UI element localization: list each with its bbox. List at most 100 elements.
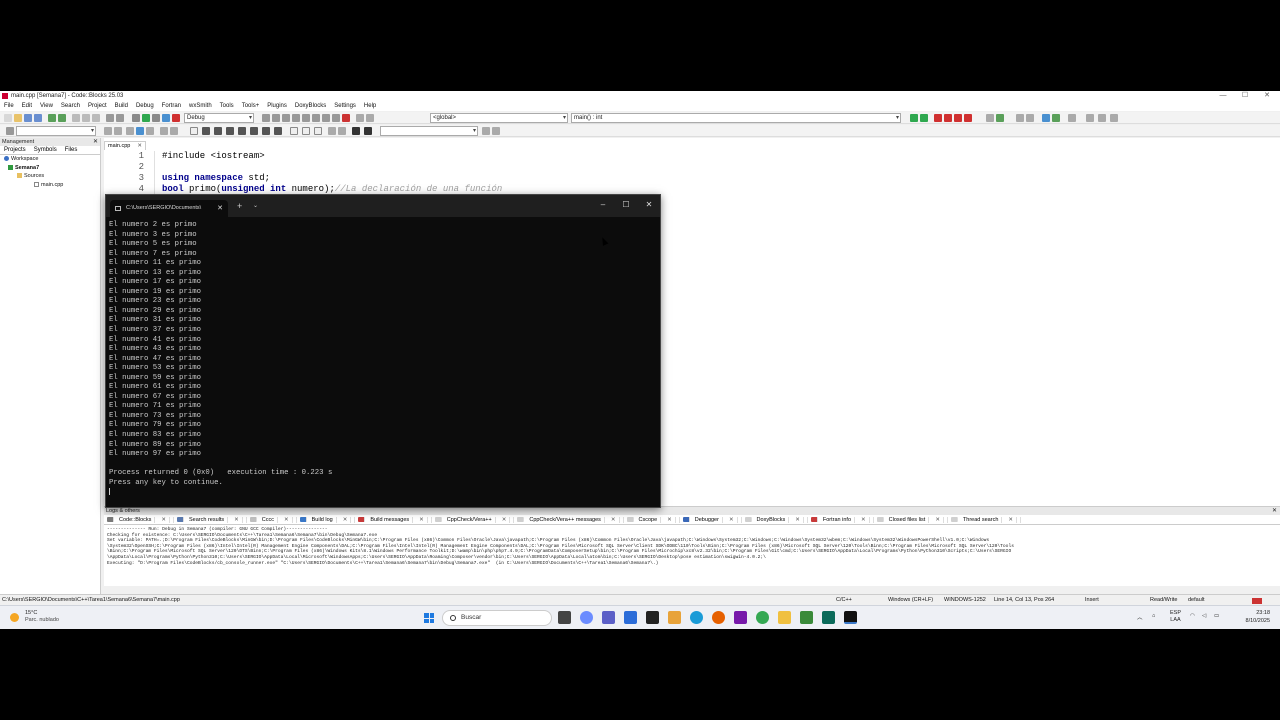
- logs-tab-search-results[interactable]: Search results ✕: [174, 516, 247, 523]
- compile-file-icon[interactable]: [146, 127, 154, 135]
- build-target-select[interactable]: Debug: [184, 113, 254, 123]
- doxy-run-icon[interactable]: [1098, 114, 1106, 122]
- step-into-icon[interactable]: [302, 114, 310, 122]
- logs-tab-doxyblocks[interactable]: DoxyBlocks ✕: [742, 516, 808, 523]
- run-icon[interactable]: [142, 114, 150, 122]
- terminal-app-icon[interactable]: [646, 611, 659, 624]
- tree-workspace[interactable]: Workspace: [0, 155, 100, 164]
- logs-tab-code-blocks[interactable]: Code::Blocks ✕: [104, 516, 175, 523]
- console-window-icon[interactable]: [844, 611, 857, 624]
- frame-icon[interactable]: [302, 127, 310, 135]
- save-icon[interactable]: [24, 114, 32, 122]
- menu-edit[interactable]: Edit: [18, 103, 36, 109]
- close-button[interactable]: ✕: [1256, 91, 1278, 101]
- rect-tool-icon[interactable]: [190, 127, 198, 135]
- menu-tools[interactable]: Tools: [216, 103, 238, 109]
- run-to-cursor-icon[interactable]: [282, 114, 290, 122]
- copy-icon[interactable]: [82, 114, 90, 122]
- nav-forward-icon[interactable]: [114, 127, 122, 135]
- jump-back-icon[interactable]: [910, 114, 918, 122]
- management-close-icon[interactable]: ✕: [93, 138, 98, 146]
- find-icon[interactable]: [106, 114, 114, 122]
- new-tab-plus-icon[interactable]: +: [237, 201, 242, 211]
- menu-tools-plus[interactable]: Tools+: [238, 103, 264, 109]
- debug-info-icon[interactable]: [366, 114, 374, 122]
- zoom-fit-icon[interactable]: [338, 127, 346, 135]
- s-format-icon[interactable]: [352, 127, 360, 135]
- logs-tab-close-icon[interactable]: ✕: [858, 516, 870, 523]
- search-go-icon[interactable]: [482, 127, 490, 135]
- logs-tab-close-icon[interactable]: ✕: [607, 516, 620, 523]
- logs-tab-close-icon[interactable]: ✕: [231, 516, 243, 523]
- console-tab-close-icon[interactable]: ✕: [217, 200, 223, 217]
- menu-project[interactable]: Project: [84, 103, 111, 109]
- menu-settings[interactable]: Settings: [330, 103, 360, 109]
- menu-file[interactable]: File: [0, 103, 18, 109]
- debug-icon[interactable]: [262, 114, 270, 122]
- break-debugger-icon[interactable]: [332, 114, 340, 122]
- build-run-icon[interactable]: [152, 114, 160, 122]
- edge-icon[interactable]: [690, 611, 703, 624]
- panel-icon[interactable]: [314, 127, 322, 135]
- rows-icon[interactable]: [250, 127, 258, 135]
- maximize-button[interactable]: ☐: [1234, 91, 1256, 101]
- onenote-icon[interactable]: [734, 611, 747, 624]
- step-out-icon[interactable]: [312, 114, 320, 122]
- minimize-button[interactable]: —: [1212, 91, 1234, 101]
- cut-icon[interactable]: [72, 114, 80, 122]
- merge-icon[interactable]: [274, 127, 282, 135]
- nav-back-icon[interactable]: [104, 127, 112, 135]
- jump-forward-icon[interactable]: [920, 114, 928, 122]
- replace-icon[interactable]: [116, 114, 124, 122]
- tray-network-icon[interactable]: ⌂: [1152, 613, 1155, 619]
- logs-tab-cppcheck-vera-messages[interactable]: CppCheck/Vera++ messages ✕: [514, 516, 624, 523]
- menu-wxsmith[interactable]: wxSmith: [185, 103, 216, 109]
- start-button-icon[interactable]: [424, 613, 434, 623]
- code-completion-icon[interactable]: [1042, 114, 1050, 122]
- function-select[interactable]: main() : int: [571, 113, 901, 123]
- logs-tab-close-icon[interactable]: ✕: [416, 516, 428, 523]
- tree-folder-sources[interactable]: Sources: [0, 172, 100, 181]
- menu-search[interactable]: Search: [57, 103, 84, 109]
- store-icon[interactable]: [624, 611, 637, 624]
- bookmark-clear-icon[interactable]: [964, 114, 972, 122]
- search-combo[interactable]: [16, 126, 96, 136]
- logs-tab-close-icon[interactable]: ✕: [339, 516, 352, 523]
- c-format-icon[interactable]: [364, 127, 372, 135]
- open-file-icon[interactable]: [14, 114, 22, 122]
- menu-plugins[interactable]: Plugins: [263, 103, 291, 109]
- console-close-icon[interactable]: ✕: [642, 200, 656, 209]
- logs-tab-closed-files-list[interactable]: Closed files list ✕: [874, 516, 948, 523]
- copilot-icon[interactable]: [580, 611, 593, 624]
- tree-project[interactable]: Semana7: [0, 164, 100, 173]
- tab-symbols[interactable]: Symbols: [30, 147, 61, 153]
- logs-tab-close-icon[interactable]: ✕: [932, 516, 944, 523]
- next-instruction-icon[interactable]: [322, 114, 330, 122]
- refresh-icon[interactable]: [136, 127, 144, 135]
- console-maximize-icon[interactable]: ☐: [619, 200, 633, 209]
- tab-dropdown-chevron-icon[interactable]: ⌄: [253, 202, 258, 209]
- uncomment-icon[interactable]: [996, 114, 1004, 122]
- firefox-icon[interactable]: [712, 611, 725, 624]
- bookmark-prev-icon[interactable]: [944, 114, 952, 122]
- keyboard-language[interactable]: ESP LAA: [1170, 610, 1181, 624]
- battery-icon[interactable]: ▭: [1214, 613, 1219, 619]
- match-brace-icon[interactable]: [1016, 114, 1024, 122]
- folder-app-icon[interactable]: [778, 611, 791, 624]
- new-file-icon[interactable]: [4, 114, 12, 122]
- toggle-panel-icon[interactable]: [6, 127, 14, 135]
- logs-tab-thread-search[interactable]: Thread search ✕: [948, 516, 1021, 523]
- console-tab[interactable]: C:\Users\SERGIO\Documents\ ✕: [110, 200, 228, 217]
- taskbar-search-box[interactable]: Buscar: [442, 610, 552, 626]
- zoom-out-icon[interactable]: [170, 127, 178, 135]
- menu-help[interactable]: Help: [360, 103, 380, 109]
- undo-icon[interactable]: [48, 114, 56, 122]
- logs-tab-cccc[interactable]: Cccc ✕: [247, 516, 297, 523]
- wxsmith-icon[interactable]: [1068, 114, 1076, 122]
- build-gear-icon[interactable]: [132, 114, 140, 122]
- editor-tab-close-icon[interactable]: ✕: [137, 142, 142, 151]
- columns-icon[interactable]: [238, 127, 246, 135]
- split-icon[interactable]: [262, 127, 270, 135]
- menu-view[interactable]: View: [36, 103, 57, 109]
- code-search-combo[interactable]: [380, 126, 478, 136]
